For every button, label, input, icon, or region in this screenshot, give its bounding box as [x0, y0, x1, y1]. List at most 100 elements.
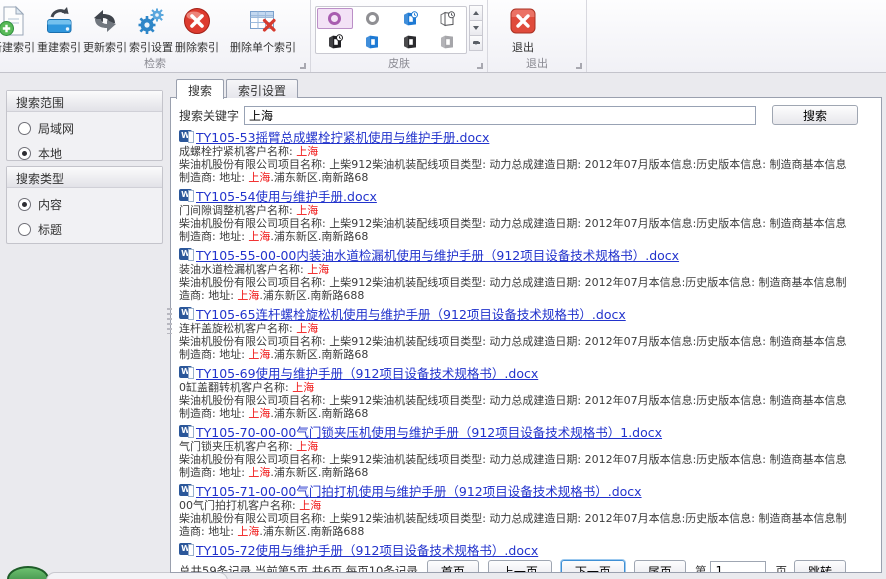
keyword-highlight: 上海 [248, 171, 270, 184]
keyword-highlight: 上海 [237, 525, 259, 538]
keyword-highlight: 上海 [237, 289, 259, 302]
skin-office2010-purple[interactable] [317, 8, 353, 29]
result-description-line: 柴油机股份有限公司项目名称: 上柴912柴油机装配线项目类型: 动力总成建造日期… [179, 512, 873, 525]
result-title-row: TY105-53摇臂总成螺栓拧紧机使用与维护手册.docx [179, 129, 873, 143]
result-title-link[interactable]: TY105-54使用与维护手册.docx [196, 186, 377, 205]
result-title-link[interactable]: TY105-69使用与维护手册（912项目设备技术规格书）.docx [196, 363, 538, 382]
skin-scroll-up-icon[interactable] [469, 5, 483, 21]
word-doc-icon [179, 189, 192, 201]
word-doc-icon [179, 425, 192, 437]
lan-radio-icon[interactable] [18, 122, 31, 135]
result-title-link[interactable]: TY105-70-00-00气门锁夹压机使用与维护手册（912项目设备技术规格书… [196, 422, 662, 441]
search-scope-groupbox: 搜索范围 局域网 本地 [6, 90, 163, 161]
go-to-page-button[interactable]: 跳转 [794, 560, 846, 573]
result-title-link[interactable]: TY105-65连杆螺栓旋松机使用与维护手册（912项目设备技术规格书）.doc… [196, 304, 626, 323]
search-keyword-input[interactable] [244, 106, 756, 125]
page-suffix-label: 页 [775, 563, 787, 574]
skin-group-launcher-icon[interactable] [477, 63, 483, 69]
index-settings-button[interactable]: 索引设置 [128, 3, 174, 55]
result-title-link[interactable]: TY105-53摇臂总成螺栓拧紧机使用与维护手册.docx [196, 127, 489, 146]
result-item: TY105-53摇臂总成螺栓拧紧机使用与维护手册.docx成螺栓拧紧机客户名称:… [179, 129, 873, 184]
keyword-highlight: 上海 [248, 230, 270, 243]
result-title-row: TY105-65连杆螺栓旋松机使用与维护手册（912项目设备技术规格书）.doc… [179, 306, 873, 320]
tab-index-settings[interactable]: 索引设置 [226, 79, 298, 98]
keyword-highlight: 上海 [248, 348, 270, 361]
search-group-launcher-icon[interactable] [300, 63, 306, 69]
search-button[interactable]: 搜索 [772, 105, 858, 125]
result-description-line: 柴油机股份有限公司项目名称: 上柴912柴油机装配线项目类型: 动力总成建造日期… [179, 394, 873, 407]
result-description-line: 柴油机股份有限公司项目名称: 上柴912柴油机装配线项目类型: 动力总成建造日期… [179, 453, 873, 466]
new-index-button[interactable]: 新建索引 [0, 3, 36, 55]
lan-radio-label: 局域网 [38, 120, 74, 137]
keyword-highlight: 上海 [248, 466, 270, 479]
search-type-groupbox: 搜索类型 内容 标题 [6, 166, 163, 244]
result-description-line: 制造商: 地址: 上海.浦东新区.南新路68 [179, 171, 873, 184]
radio-option-content[interactable]: 内容 [7, 188, 162, 213]
skin-office2013-blue-timed[interactable] [392, 8, 428, 29]
local-radio-icon[interactable] [18, 147, 31, 160]
result-title-row: TY105-70-00-00气门锁夹压机使用与维护手册（912项目设备技术规格书… [179, 424, 873, 438]
result-description-line: 成螺栓拧紧机客户名称: 上海 [179, 145, 873, 158]
next-page-button[interactable]: 下一页 [561, 560, 625, 573]
skin-office2010-silver[interactable] [355, 8, 391, 29]
result-description-line: 00气门拍打机客户名称: 上海 [179, 499, 873, 512]
result-description-line: 柴油机股份有限公司项目名称: 上柴912柴油机装配线项目类型: 动力总成建造日期… [179, 217, 873, 230]
result-description-line: 气门锁夹压机客户名称: 上海 [179, 440, 873, 453]
delete-single-index-label: 删除单个索引 [230, 39, 296, 55]
last-page-button[interactable]: 尾页 [634, 560, 686, 573]
content-radio-icon[interactable] [18, 198, 31, 211]
radio-option-title[interactable]: 标题 [7, 213, 162, 238]
main-tabs: 搜索 索引设置 [176, 79, 300, 99]
delete-single-index-button[interactable]: 删除单个索引 [220, 3, 306, 55]
skin-gallery-dropdown-icon[interactable] [469, 35, 483, 51]
result-description-line: 连杆盖旋松机客户名称: 上海 [179, 322, 873, 335]
rebuild-index-button[interactable]: 重建索引 [36, 3, 82, 55]
skin-office2013-black-timed[interactable] [317, 31, 353, 52]
skin-gallery-items [315, 6, 467, 54]
local-radio-label: 本地 [38, 145, 62, 162]
search-scope-title: 搜索范围 [7, 91, 162, 112]
result-item: TY105-72使用与维护手册（912项目设备技术规格书）.docx [179, 542, 873, 556]
result-title-link[interactable]: TY105-55-00-00内装油水道检漏机使用与维护手册（912项目设备技术规… [196, 245, 679, 264]
exit-button[interactable]: 退出 [500, 3, 546, 55]
title-radio-icon[interactable] [18, 223, 31, 236]
page-number-input[interactable] [710, 561, 766, 573]
radio-option-local[interactable]: 本地 [7, 137, 162, 162]
skin-office2013-black[interactable] [392, 31, 428, 52]
exit-group-label: 退出 [488, 55, 586, 71]
exit-group-launcher-icon[interactable] [576, 63, 582, 69]
ribbon-toolbar: 新建索引 重建索引 [0, 0, 886, 73]
word-doc-icon [179, 307, 192, 319]
result-title-link[interactable]: TY105-71-00-00气门拍打机使用与维护手册（912项目设备技术规格书）… [196, 481, 642, 500]
prev-page-button[interactable]: 上一页 [488, 560, 552, 573]
skin-office2013-gray[interactable] [430, 31, 466, 52]
title-radio-label: 标题 [38, 221, 62, 238]
panel-splitter-grip[interactable] [167, 308, 172, 334]
result-item: TY105-54使用与维护手册.docx门间隙调整机客户名称: 上海柴油机股份有… [179, 188, 873, 243]
ribbon-empty-space [587, 0, 886, 72]
result-description-line: 柴油机股份有限公司项目名称: 上柴912柴油机装配线项目类型: 动力总成建造日期… [179, 276, 873, 289]
tray-decoration [46, 572, 228, 579]
result-title-link[interactable]: TY105-72使用与维护手册（912项目设备技术规格书）.docx [196, 540, 538, 559]
skin-scroll-down-icon[interactable] [469, 20, 483, 36]
result-title-row: TY105-69使用与维护手册（912项目设备技术规格书）.docx [179, 365, 873, 379]
skin-office2013-blue[interactable] [355, 31, 391, 52]
result-title-row: TY105-54使用与维护手册.docx [179, 188, 873, 202]
result-item: TY105-65连杆螺栓旋松机使用与维护手册（912项目设备技术规格书）.doc… [179, 306, 873, 361]
skin-office2013-white-timed[interactable] [430, 8, 466, 29]
skin-gallery-scrollbar [469, 6, 483, 51]
delete-single-index-icon [247, 5, 279, 37]
delete-index-button[interactable]: 删除索引 [174, 3, 220, 55]
result-description-line: 制造商: 地址: 上海.浦东新区.南新路68 [179, 407, 873, 420]
result-description-line: 0缸盖翻转机客户名称: 上海 [179, 381, 873, 394]
tab-search[interactable]: 搜索 [176, 79, 224, 99]
first-page-button[interactable]: 首页 [427, 560, 479, 573]
rebuild-index-label: 重建索引 [37, 39, 81, 55]
index-settings-icon [135, 5, 167, 37]
result-title-row: TY105-72使用与维护手册（912项目设备技术规格书）.docx [179, 542, 873, 556]
update-index-button[interactable]: 更新索引 [82, 3, 128, 55]
search-results-panel: 搜索关键字 搜索 TY105-53摇臂总成螺栓拧紧机使用与维护手册.docx成螺… [170, 97, 882, 573]
radio-option-lan[interactable]: 局域网 [7, 112, 162, 137]
page-prefix-label: 第 [695, 563, 707, 574]
result-description-line: 造商: 地址: 上海.浦东新区.南新路688 [179, 289, 873, 302]
